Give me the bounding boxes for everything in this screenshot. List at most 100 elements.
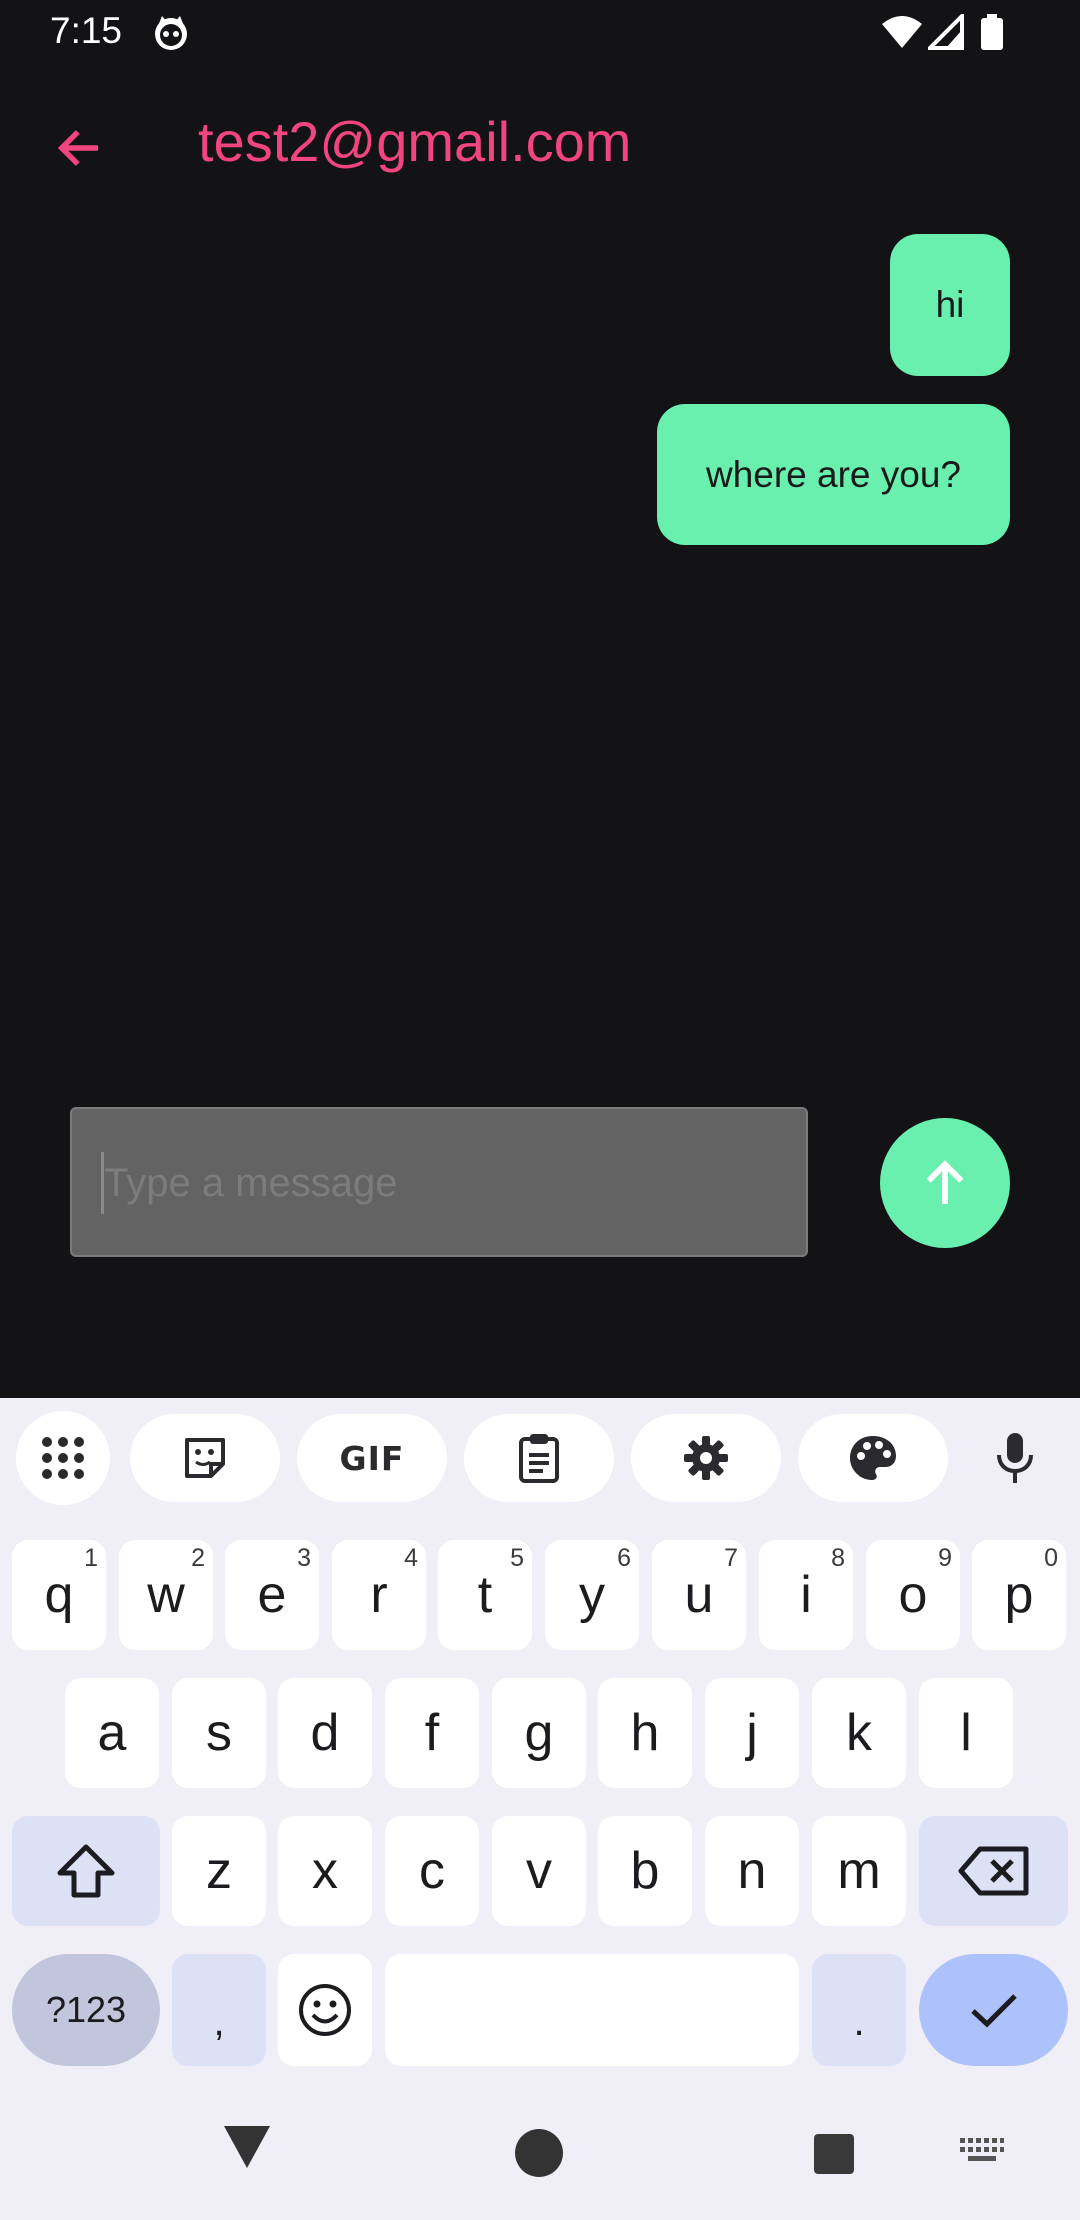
send-button[interactable]	[880, 1118, 1010, 1248]
signal-icon	[925, 11, 964, 55]
key-label: k	[846, 1704, 872, 1762]
key-label: a	[97, 1704, 127, 1762]
gif-button[interactable]: GIF	[297, 1414, 447, 1502]
key-label: q	[44, 1566, 74, 1624]
nav-recents-button[interactable]	[814, 2134, 854, 2174]
space-key[interactable]	[385, 1954, 799, 2066]
key-hint: 8	[831, 1544, 845, 1572]
key-label: .	[853, 1999, 865, 2044]
key-label: i	[800, 1566, 812, 1624]
key-e[interactable]: e3	[225, 1540, 319, 1650]
keyboard-settings-button[interactable]	[631, 1414, 781, 1502]
key-hint: 0	[1044, 1544, 1058, 1572]
key-v[interactable]: v	[492, 1816, 586, 1926]
message-input[interactable]	[102, 1109, 786, 1257]
key-s[interactable]: s	[172, 1678, 266, 1788]
key-label: l	[960, 1704, 972, 1762]
message-input-box[interactable]	[70, 1107, 808, 1257]
key-hint: 7	[724, 1544, 738, 1572]
clipboard-button[interactable]	[464, 1414, 614, 1502]
key-x[interactable]: x	[278, 1816, 372, 1926]
key-o[interactable]: o9	[866, 1540, 960, 1650]
comma-key[interactable]: ,	[172, 1954, 266, 2066]
key-u[interactable]: u7	[652, 1540, 746, 1650]
key-g[interactable]: g	[492, 1678, 586, 1788]
backspace-icon	[958, 1846, 1028, 1896]
key-k[interactable]: k	[812, 1678, 906, 1788]
key-r[interactable]: r4	[332, 1540, 426, 1650]
notification-cat-icon	[152, 14, 190, 52]
message-text: where are you?	[705, 453, 962, 495]
key-hint: 2	[191, 1544, 205, 1572]
key-label: m	[837, 1842, 881, 1900]
arrow-back-icon	[57, 130, 99, 166]
key-label: w	[147, 1566, 185, 1624]
sticker-button[interactable]	[130, 1414, 280, 1502]
nav-back-button[interactable]	[222, 2124, 272, 2175]
message-bubble: hi	[890, 234, 1010, 376]
key-m[interactable]: m	[812, 1816, 906, 1926]
key-label: r	[370, 1566, 388, 1624]
theme-button[interactable]	[798, 1414, 948, 1502]
key-label: t	[477, 1566, 493, 1624]
key-label: j	[746, 1704, 758, 1762]
key-label: o	[898, 1566, 928, 1624]
key-hint: 6	[617, 1544, 631, 1572]
emoji-icon	[299, 1984, 351, 2036]
key-c[interactable]: c	[385, 1816, 479, 1926]
key-label: v	[526, 1842, 552, 1900]
emoji-key[interactable]	[278, 1954, 372, 2066]
key-p[interactable]: p0	[972, 1540, 1066, 1650]
key-h[interactable]: h	[598, 1678, 692, 1788]
key-j[interactable]: j	[705, 1678, 799, 1788]
microphone-icon	[997, 1433, 1033, 1483]
voice-input-button[interactable]	[965, 1414, 1065, 1502]
palette-icon	[850, 1436, 896, 1480]
keyboard-apps-button[interactable]	[16, 1411, 110, 1505]
symbols-key[interactable]: ?123	[12, 1954, 160, 2066]
gif-label: GIF	[339, 1438, 405, 1478]
key-label: s	[206, 1704, 232, 1762]
message-text: hi	[935, 284, 965, 325]
enter-key[interactable]	[919, 1954, 1068, 2066]
shift-key[interactable]	[12, 1816, 160, 1926]
key-y[interactable]: y6	[545, 1540, 639, 1650]
key-label: c	[419, 1842, 445, 1900]
arrow-up-icon	[926, 1160, 964, 1204]
key-label: x	[312, 1842, 338, 1900]
key-label: n	[737, 1842, 767, 1900]
key-d[interactable]: d	[278, 1678, 372, 1788]
period-key[interactable]: .	[812, 1954, 906, 2066]
chat-title: test2@gmail.com	[198, 110, 632, 173]
key-l[interactable]: l	[919, 1678, 1013, 1788]
text-cursor	[101, 1152, 104, 1214]
key-z[interactable]: z	[172, 1816, 266, 1926]
key-b[interactable]: b	[598, 1816, 692, 1926]
keyboard: GIF q 1 w 2 e 3 r 4 t 5 y 6 u 7 i 8 o 9 …	[0, 1398, 1080, 2220]
nav-home-button[interactable]	[515, 2129, 563, 2177]
key-a[interactable]: a	[65, 1678, 159, 1788]
key-label: h	[630, 1704, 660, 1762]
key-label: ?123	[45, 1989, 127, 2030]
key-i[interactable]: i8	[759, 1540, 853, 1650]
grid-icon	[42, 1437, 84, 1479]
key-label: e	[257, 1566, 287, 1624]
gear-icon	[684, 1436, 728, 1480]
sticker-icon	[185, 1438, 225, 1478]
battery-icon	[980, 14, 1004, 55]
backspace-key[interactable]	[919, 1816, 1068, 1926]
keyboard-switch-button[interactable]	[960, 2138, 1004, 2173]
key-label: z	[206, 1842, 232, 1900]
key-n[interactable]: n	[705, 1816, 799, 1926]
key-label: d	[310, 1704, 340, 1762]
keyboard-icon	[960, 2138, 1004, 2161]
key-t[interactable]: t5	[438, 1540, 532, 1650]
key-q[interactable]: q1	[12, 1540, 106, 1650]
key-hint: 4	[404, 1544, 418, 1572]
key-w[interactable]: w2	[119, 1540, 213, 1650]
key-f[interactable]: f	[385, 1678, 479, 1788]
key-hint: 1	[84, 1544, 98, 1572]
clipboard-icon	[519, 1434, 559, 1483]
key-label: ,	[213, 1999, 225, 2044]
back-button[interactable]	[42, 112, 114, 184]
